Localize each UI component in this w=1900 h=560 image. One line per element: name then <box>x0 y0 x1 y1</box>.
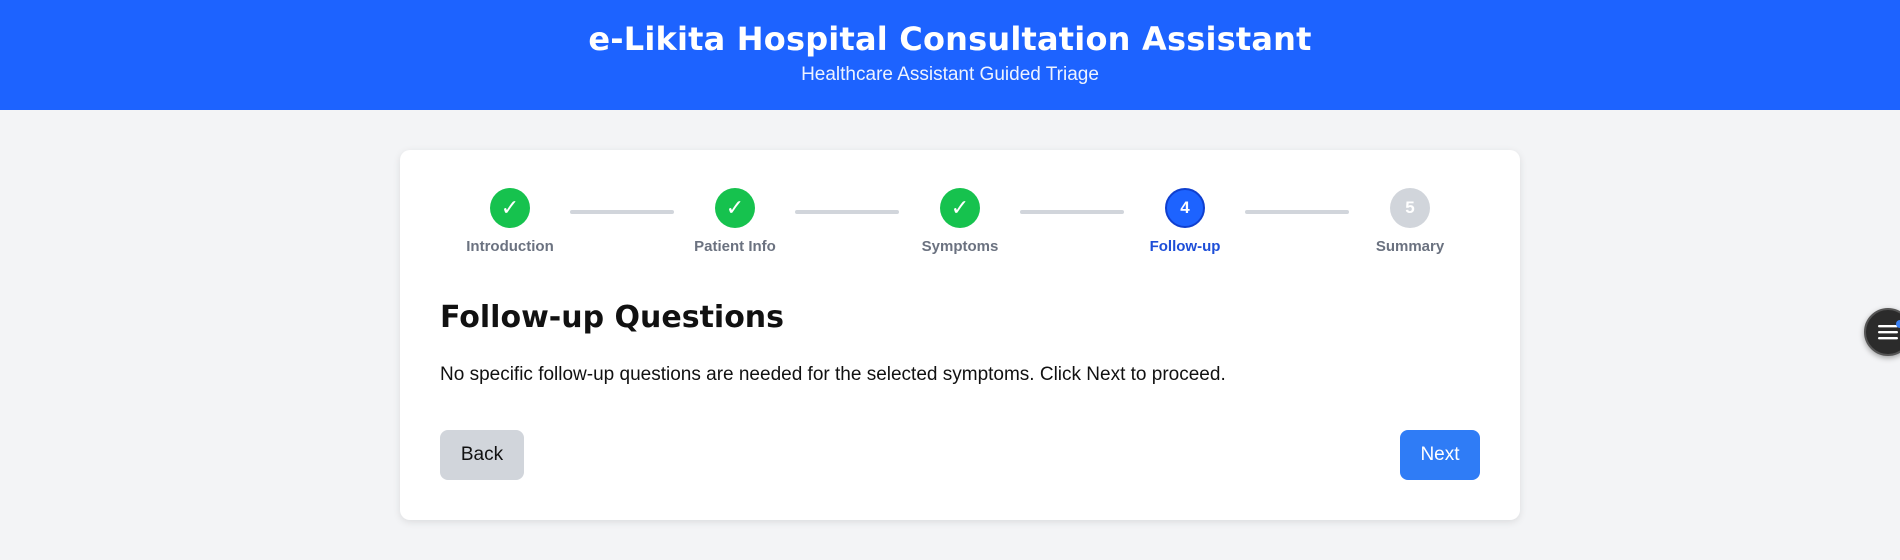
next-button[interactable]: Next <box>1400 430 1480 480</box>
step-introduction: ✓ Introduction <box>450 188 570 255</box>
back-button[interactable]: Back <box>440 430 524 480</box>
consultation-card: ✓ Introduction ✓ Patient Info ✓ Symptoms… <box>400 150 1520 520</box>
step-done-check-icon: ✓ <box>715 188 755 228</box>
info-message: No specific follow-up questions are need… <box>440 364 1226 385</box>
app-header: e-Likita Hospital Consultation Assistant… <box>0 0 1900 110</box>
step-patient-info: ✓ Patient Info <box>675 188 795 255</box>
step-summary: 5 Summary <box>1350 188 1470 255</box>
step-connector <box>1245 210 1349 214</box>
step-symptoms: ✓ Symptoms <box>900 188 1020 255</box>
step-label: Symptoms <box>921 238 999 255</box>
app-subtitle: Healthcare Assistant Guided Triage <box>801 64 1099 85</box>
step-done-check-icon: ✓ <box>940 188 980 228</box>
step-follow-up: 4 Follow-up <box>1125 188 1245 255</box>
step-number-badge: 4 <box>1165 188 1205 228</box>
step-connector <box>795 210 899 214</box>
step-connector <box>1020 210 1124 214</box>
step-done-check-icon: ✓ <box>490 188 530 228</box>
step-label: Follow-up <box>1149 238 1221 255</box>
floating-menu-button[interactable] <box>1864 308 1900 356</box>
notification-dot <box>1896 320 1900 328</box>
step-label: Summary <box>1375 238 1445 255</box>
app-title: e-Likita Hospital Consultation Assistant <box>588 20 1312 58</box>
step-label: Introduction <box>466 238 554 255</box>
page-title: Follow-up Questions <box>440 300 785 335</box>
step-label: Patient Info <box>694 238 776 255</box>
step-number-badge: 5 <box>1390 188 1430 228</box>
step-connector <box>570 210 674 214</box>
